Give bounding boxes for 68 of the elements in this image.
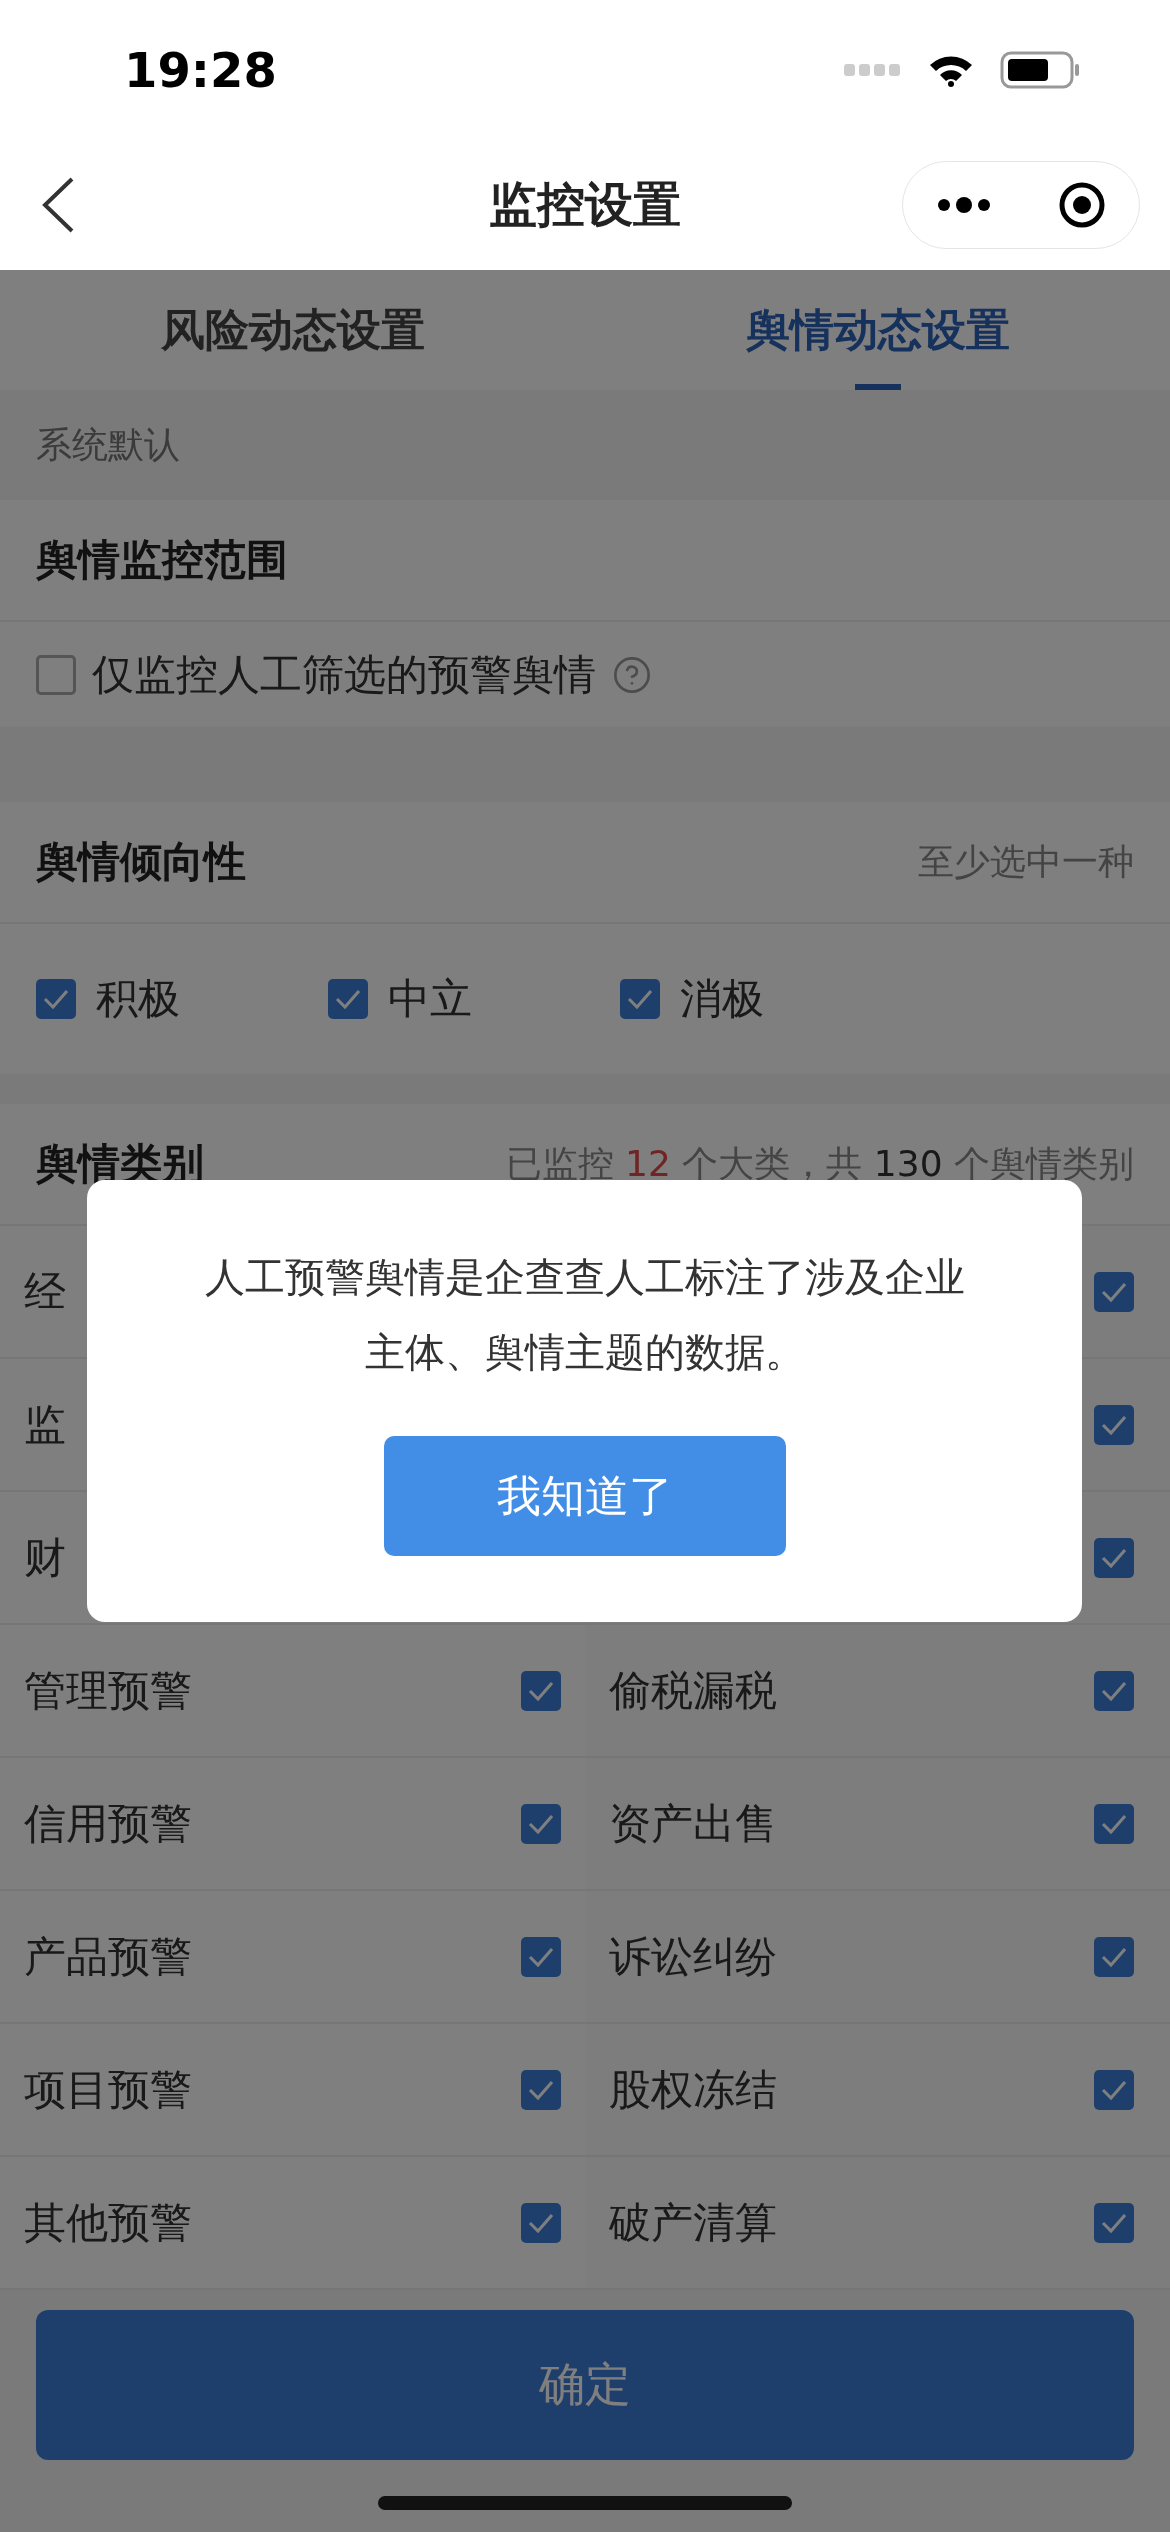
section-title: 舆情监控范围 bbox=[36, 534, 288, 586]
wifi-icon bbox=[928, 53, 974, 87]
section-hint: 至少选中一种 bbox=[918, 839, 1134, 884]
check-icon bbox=[527, 2078, 555, 2101]
category-label: 股权冻结 bbox=[609, 2063, 777, 2116]
checkbox[interactable] bbox=[521, 1936, 561, 1977]
category-label: 其他预警 bbox=[24, 2196, 192, 2249]
checkbox[interactable] bbox=[620, 979, 660, 1019]
category-label: 监 bbox=[24, 1398, 66, 1451]
category-label: 资产出售 bbox=[609, 1797, 777, 1850]
checkbox[interactable] bbox=[1094, 2069, 1134, 2110]
section-note: 系统默认 bbox=[36, 422, 180, 467]
category-label: 经 bbox=[24, 1265, 66, 1318]
dialog-message: 人工预警舆情是企查查人工标注了涉及企业主体、舆情主题的数据。 bbox=[203, 1253, 966, 1377]
checkbox[interactable] bbox=[1094, 1537, 1134, 1578]
section-title: 舆情倾向性 bbox=[36, 836, 246, 888]
option-label: 积极 bbox=[96, 973, 180, 1025]
checkbox[interactable] bbox=[1094, 1404, 1134, 1445]
page-title: 监控设置 bbox=[488, 175, 682, 234]
help-icon[interactable] bbox=[612, 654, 652, 695]
option-label: 仅监控人工筛选的预警舆情 bbox=[92, 648, 596, 701]
check-icon bbox=[527, 1679, 555, 1702]
battery-icon bbox=[1000, 51, 1080, 89]
check-icon bbox=[527, 1812, 555, 1835]
check-icon bbox=[626, 988, 654, 1010]
option-label: 消极 bbox=[680, 973, 764, 1025]
close-target-icon[interactable] bbox=[1058, 181, 1106, 229]
category-label: 财 bbox=[24, 1531, 66, 1584]
check-icon bbox=[42, 988, 70, 1010]
checkbox[interactable] bbox=[328, 979, 368, 1019]
tab[interactable]: 舆情动态设置 bbox=[585, 270, 1170, 390]
checkbox[interactable] bbox=[1094, 2202, 1134, 2243]
checkbox[interactable] bbox=[1094, 1803, 1134, 1844]
option-label: 中立 bbox=[388, 973, 472, 1025]
check-icon bbox=[1100, 2078, 1128, 2101]
checkbox[interactable] bbox=[521, 1803, 561, 1844]
tab[interactable]: 风险动态设置 bbox=[0, 270, 585, 390]
check-icon bbox=[1100, 1812, 1128, 1835]
category-label: 诉讼纠纷 bbox=[609, 1930, 777, 1983]
back-icon[interactable] bbox=[40, 176, 76, 234]
category-label: 破产清算 bbox=[609, 2196, 777, 2249]
category-label: 信用预警 bbox=[24, 1797, 192, 1850]
signal-icon bbox=[844, 64, 902, 76]
check-icon bbox=[1100, 1546, 1128, 1569]
category-label: 偷税漏税 bbox=[609, 1664, 777, 1717]
status-time: 19:28 bbox=[124, 42, 277, 98]
category-label: 产品预警 bbox=[24, 1930, 192, 1983]
checkbox[interactable] bbox=[521, 2202, 561, 2243]
checkbox[interactable] bbox=[36, 654, 76, 695]
acknowledge-button[interactable]: 我知道了 bbox=[383, 1436, 786, 1556]
check-icon bbox=[334, 988, 362, 1010]
check-icon bbox=[1100, 1945, 1128, 1968]
checkbox[interactable] bbox=[521, 2069, 561, 2110]
confirm-button[interactable]: 确定 bbox=[36, 2310, 1134, 2460]
check-icon bbox=[527, 1945, 555, 1968]
check-icon bbox=[527, 2211, 555, 2234]
more-icon[interactable] bbox=[936, 197, 992, 213]
check-icon bbox=[1100, 1280, 1128, 1303]
category-label: 项目预警 bbox=[24, 2063, 192, 2116]
check-icon bbox=[1100, 2211, 1128, 2234]
checkbox[interactable] bbox=[521, 1670, 561, 1711]
checkbox[interactable] bbox=[1094, 1936, 1134, 1977]
checkbox[interactable] bbox=[1094, 1271, 1134, 1312]
check-icon bbox=[1100, 1413, 1128, 1436]
checkbox[interactable] bbox=[36, 979, 76, 1019]
check-icon bbox=[1100, 1679, 1128, 1702]
category-label: 管理预警 bbox=[24, 1664, 192, 1717]
checkbox[interactable] bbox=[1094, 1670, 1134, 1711]
